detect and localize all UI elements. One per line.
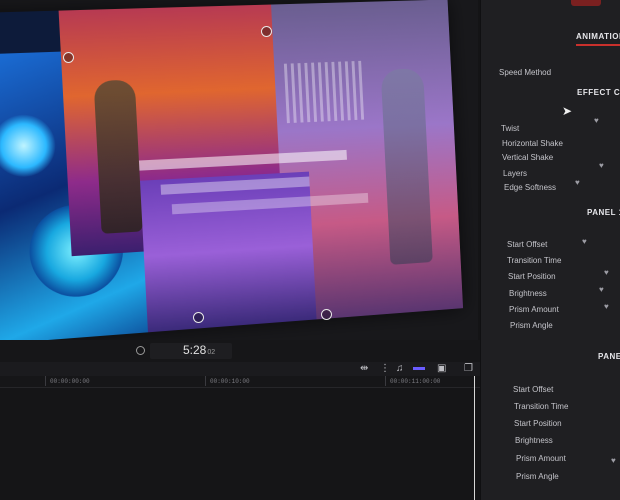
mouse-cursor-icon: ➤: [562, 104, 573, 118]
param-start-offset: Start Offset: [513, 385, 554, 394]
clip-icon[interactable]: ▣: [437, 363, 446, 374]
section-panel-2[interactable]: PANE: [598, 352, 620, 361]
param-brightness: Brightness: [515, 436, 553, 445]
keyframe-icon[interactable]: ♥: [604, 302, 609, 311]
param-edge-softness: Edge Softness: [504, 183, 557, 192]
inspector-panel: ANIMATION Speed Method EFFECT C Twist Ho…: [480, 0, 620, 500]
ruler-tick: [385, 376, 386, 386]
transform-handle[interactable]: [321, 309, 332, 320]
avatar: [571, 0, 601, 6]
tab-animation[interactable]: ANIMATION: [576, 32, 620, 41]
transform-handle[interactable]: [193, 312, 204, 323]
param-prism-angle: Prism Angle: [510, 321, 553, 330]
timeline-toolbar: ⇹ ⋮ ♫ ▣ ❐ ⋈: [0, 362, 498, 376]
section-effect-controls[interactable]: EFFECT C: [577, 88, 620, 97]
playhead[interactable]: [474, 376, 475, 500]
headphones-icon[interactable]: ♫: [396, 363, 404, 374]
param-vertical-shake: Vertical Shake: [502, 153, 554, 162]
speed-method-label: Speed Method: [499, 68, 552, 77]
transform-handle[interactable]: [261, 26, 272, 37]
param-brightness: Brightness: [509, 289, 547, 298]
play-icon[interactable]: [136, 346, 145, 355]
keyframe-icon[interactable]: ♥: [599, 161, 604, 170]
param-start-offset: Start Offset: [507, 240, 548, 249]
keyframe-icon[interactable]: ♥: [604, 268, 609, 277]
keyframe-icon[interactable]: ♥: [582, 237, 587, 246]
preview-equalizer: [283, 60, 365, 124]
timeline-track-area[interactable]: [0, 388, 498, 500]
audio-icon[interactable]: ⋮: [380, 363, 390, 374]
ruler-label: 00:00:10:00: [210, 378, 250, 385]
section-panel-1[interactable]: PANEL 1: [587, 208, 620, 217]
preview-glow: [0, 113, 57, 179]
ruler-tick: [205, 376, 206, 386]
ruler-tick: [45, 376, 46, 386]
param-horizontal-shake: Horizontal Shake: [502, 139, 563, 148]
video-viewer[interactable]: [0, 0, 478, 340]
timeline-ruler[interactable]: 00:00:00:00 00:00:10:00 00:00:11:00:00: [0, 376, 498, 388]
preview-tile-purple: [139, 171, 317, 333]
param-start-position: Start Position: [508, 272, 556, 281]
ruler-label: 00:00:00:00: [50, 378, 90, 385]
keyframe-icon[interactable]: ♥: [594, 116, 599, 125]
playback-bar: 5:2802 ⤢: [0, 340, 498, 362]
timecode: 5:2802: [183, 343, 216, 357]
clip-appearance-icon[interactable]: ❐: [464, 363, 473, 374]
keyframe-icon[interactable]: ♥: [599, 285, 604, 294]
param-prism-amount: Prism Amount: [509, 305, 559, 314]
param-twist: Twist: [501, 124, 520, 133]
param-prism-angle: Prism Angle: [516, 472, 559, 481]
param-layers: Layers: [503, 169, 528, 178]
param-transition-time: Transition Time: [507, 256, 562, 265]
ruler-label: 00:00:11:00:00: [390, 378, 441, 385]
tab-active-indicator: [576, 44, 620, 46]
keyframe-icon[interactable]: ♥: [575, 178, 580, 187]
param-prism-amount: Prism Amount: [516, 454, 566, 463]
keyframe-icon[interactable]: ♥: [611, 456, 616, 465]
snap-icon[interactable]: ⇹: [360, 363, 368, 374]
transition-preview-frame: [0, 0, 464, 340]
skimming-icon[interactable]: [413, 367, 425, 370]
transform-handle[interactable]: [63, 52, 74, 63]
preview-figure: [93, 79, 143, 234]
param-transition-time: Transition Time: [514, 402, 569, 411]
param-start-position: Start Position: [514, 419, 562, 428]
